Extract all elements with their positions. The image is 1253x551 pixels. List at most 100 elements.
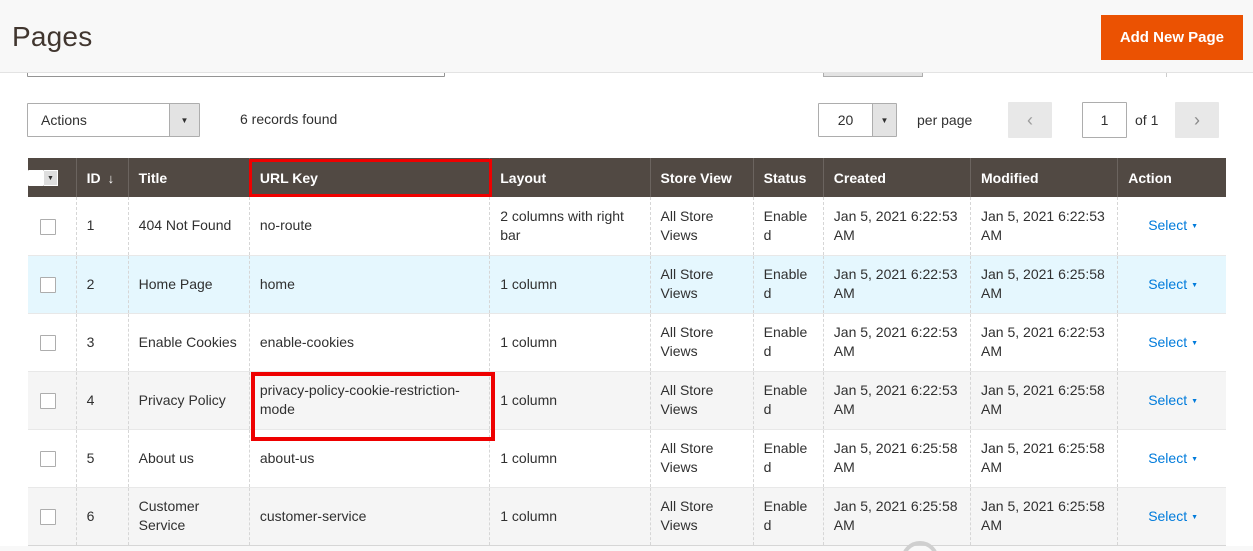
chevron-down-icon: ▼: [1191, 398, 1198, 405]
store-view-cell: All Store Views: [650, 487, 753, 545]
row-checkbox[interactable]: [40, 277, 56, 293]
row-checkbox[interactable]: [40, 393, 56, 409]
modified-cell: Jan 5, 2021 6:25:58 AM: [971, 255, 1118, 313]
store-view-cell: All Store Views: [650, 371, 753, 429]
row-checkbox[interactable]: [40, 509, 56, 525]
select-action-link[interactable]: Select▼: [1148, 217, 1198, 233]
select-action-link[interactable]: Select▼: [1148, 450, 1198, 466]
column-header-id[interactable]: ID↓: [76, 158, 128, 197]
status-cell: Enabled: [753, 197, 823, 255]
actions-caret-box[interactable]: ▼: [169, 104, 199, 136]
table-row: 4 Privacy Policy privacy-policy-cookie-r…: [28, 371, 1226, 429]
page-title: Pages: [12, 21, 92, 53]
title-cell: Privacy Policy: [128, 371, 249, 429]
total-pages-label: of 1: [1135, 112, 1158, 128]
pages-grid: ▼ ID↓ Title URL Key Layout Store View St…: [28, 158, 1226, 546]
row-select-cell: [28, 371, 76, 429]
url-key-cell: home: [249, 255, 489, 313]
table-row: 1 404 Not Found no-route 2 columns with …: [28, 197, 1226, 255]
url-key-cell: customer-service: [249, 487, 489, 545]
column-header-url-key[interactable]: URL Key: [249, 158, 489, 197]
column-header-status[interactable]: Status: [753, 158, 823, 197]
store-view-cell: All Store Views: [650, 255, 753, 313]
per-page-label: per page: [917, 112, 972, 128]
title-cell: About us: [128, 429, 249, 487]
status-cell: Enabled: [753, 487, 823, 545]
created-cell: Jan 5, 2021 6:25:58 AM: [823, 487, 970, 545]
modified-cell: Jan 5, 2021 6:25:58 AM: [971, 429, 1118, 487]
title-cell: 404 Not Found: [128, 197, 249, 255]
actions-dropdown[interactable]: Actions ▼: [27, 103, 200, 137]
row-select-cell: [28, 313, 76, 371]
column-header-title[interactable]: Title: [128, 158, 249, 197]
select-action-link[interactable]: Select▼: [1148, 334, 1198, 350]
id-cell: 3: [76, 313, 128, 371]
store-view-cell: All Store Views: [650, 313, 753, 371]
table-row: 3 Enable Cookies enable-cookies 1 column…: [28, 313, 1226, 371]
page-size-dropdown[interactable]: 20 ▼: [818, 103, 897, 137]
url-key-cell: privacy-policy-cookie-restriction-mode: [249, 371, 489, 429]
store-view-cell: All Store Views: [650, 197, 753, 255]
created-cell: Jan 5, 2021 6:22:53 AM: [823, 313, 970, 371]
action-cell: Select▼: [1118, 429, 1226, 487]
select-action-link[interactable]: Select▼: [1148, 276, 1198, 292]
row-checkbox[interactable]: [40, 451, 56, 467]
column-header-store-view[interactable]: Store View: [650, 158, 753, 197]
column-header-created[interactable]: Created: [823, 158, 970, 197]
url-key-cell: enable-cookies: [249, 313, 489, 371]
layout-cell: 1 column: [490, 487, 650, 545]
chevron-down-icon: ▼: [1191, 514, 1198, 521]
title-cell: Enable Cookies: [128, 313, 249, 371]
row-select-cell: [28, 255, 76, 313]
action-cell: Select▼: [1118, 255, 1226, 313]
title-cell: Home Page: [128, 255, 249, 313]
id-cell: 2: [76, 255, 128, 313]
url-key-cell: no-route: [249, 197, 489, 255]
layout-cell: 1 column: [490, 313, 650, 371]
select-action-link[interactable]: Select▼: [1148, 392, 1198, 408]
title-cell: Customer Service: [128, 487, 249, 545]
current-page-input[interactable]: [1082, 102, 1127, 138]
created-cell: Jan 5, 2021 6:22:53 AM: [823, 197, 970, 255]
column-header-action[interactable]: Action: [1118, 158, 1226, 197]
grid-header-row: ▼ ID↓ Title URL Key Layout Store View St…: [28, 158, 1226, 197]
modified-cell: Jan 5, 2021 6:25:58 AM: [971, 371, 1118, 429]
column-header-modified[interactable]: Modified: [971, 158, 1118, 197]
table-row: 2 Home Page home 1 column All Store View…: [28, 255, 1226, 313]
select-action-link[interactable]: Select▼: [1148, 508, 1198, 524]
modified-cell: Jan 5, 2021 6:25:58 AM: [971, 487, 1118, 545]
page-header: Pages Add New Page: [0, 0, 1253, 73]
next-page-button[interactable]: ›: [1175, 102, 1219, 138]
add-new-page-button[interactable]: Add New Page: [1101, 15, 1243, 60]
status-cell: Enabled: [753, 429, 823, 487]
chevron-down-icon: ▼: [1191, 340, 1198, 347]
layout-cell: 1 column: [490, 429, 650, 487]
layout-cell: 2 columns with right bar: [490, 197, 650, 255]
row-checkbox[interactable]: [40, 219, 56, 235]
select-all-dropdown[interactable]: ▼: [44, 170, 58, 186]
previous-page-button[interactable]: ‹: [1008, 102, 1052, 138]
column-header-layout[interactable]: Layout: [490, 158, 650, 197]
records-found-text: 6 records found: [240, 111, 337, 127]
table-body: 1 404 Not Found no-route 2 columns with …: [28, 197, 1226, 545]
chevron-down-icon: ▼: [47, 175, 54, 182]
chevron-down-icon: ▼: [1191, 456, 1198, 463]
select-all-header: ▼: [28, 158, 76, 197]
status-cell: Enabled: [753, 371, 823, 429]
sort-descending-icon: ↓: [108, 171, 115, 186]
row-checkbox[interactable]: [40, 335, 56, 351]
status-cell: Enabled: [753, 313, 823, 371]
created-cell: Jan 5, 2021 6:22:53 AM: [823, 371, 970, 429]
page-size-caret-box[interactable]: ▼: [872, 104, 896, 136]
table-row: 6 Customer Service customer-service 1 co…: [28, 487, 1226, 545]
chevron-down-icon: ▼: [181, 116, 189, 125]
modified-cell: Jan 5, 2021 6:22:53 AM: [971, 197, 1118, 255]
layout-cell: 1 column: [490, 255, 650, 313]
row-select-cell: [28, 487, 76, 545]
created-cell: Jan 5, 2021 6:22:53 AM: [823, 255, 970, 313]
chevron-down-icon: ▼: [1191, 282, 1198, 289]
chevron-down-icon: ▼: [881, 116, 889, 125]
row-select-cell: [28, 429, 76, 487]
id-cell: 1: [76, 197, 128, 255]
select-all-checkbox[interactable]: [28, 170, 44, 186]
